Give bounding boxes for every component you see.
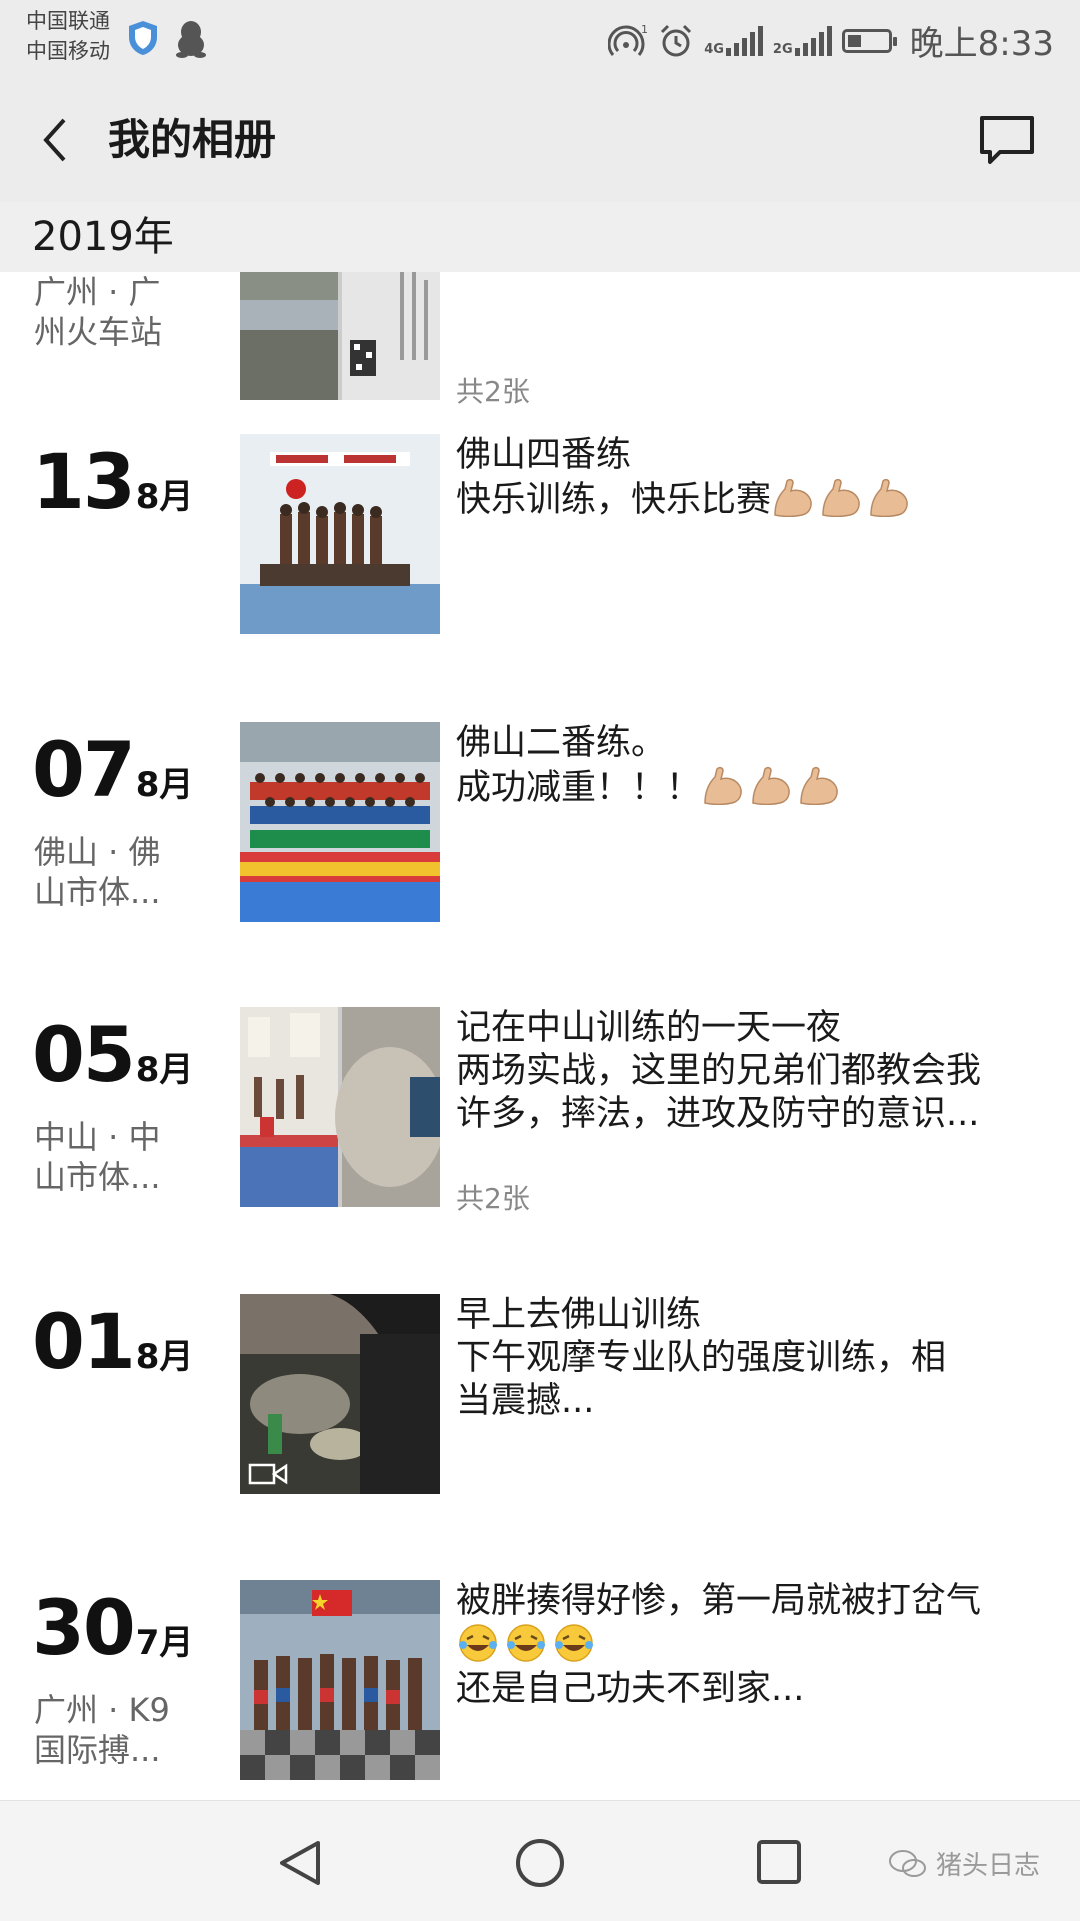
caption-line: 早上去佛山训练 (456, 1295, 702, 1335)
caption-line: 记在中山训练的一天一夜 (456, 1008, 842, 1048)
watermark: 猪头日志 (888, 1845, 1040, 1882)
album-entry[interactable]: 广州 · 广 州火车站 共2张 (0, 272, 1080, 420)
entry-date: 058月 (32, 1013, 193, 1097)
carrier-2: 中国移动 (26, 39, 110, 63)
rolling-laughing-emoji (555, 1624, 593, 1662)
app-header: 我的相册 (0, 78, 1080, 203)
photo-thumbnail[interactable] (240, 722, 440, 922)
chevron-left-icon[interactable] (36, 114, 76, 166)
flexed-biceps-emoji (800, 766, 838, 805)
system-nav-bar: 猪头日志 (0, 1800, 1080, 1921)
rolling-laughing-emoji (507, 1624, 545, 1662)
photo-thumbnail[interactable] (240, 1580, 440, 1780)
caption-line: 当震撼... (456, 1381, 595, 1421)
album-feed[interactable]: 广州 · 广 州火车站 共2张 138月 佛山四番练 快乐训练，快乐比赛 078… (0, 272, 1080, 1800)
rolling-laughing-emoji-group (456, 1624, 600, 1666)
caption-line: 下午观摩专业队的强度训练，相 (456, 1338, 947, 1378)
flexed-biceps-emoji (822, 478, 860, 517)
status-bar: 中国联通 中国移动 1 4G 2G 晚上8:33 (0, 0, 1080, 78)
wechat-icon (889, 1849, 926, 1877)
caption-line-with-emoji: 成功减重！！！ (456, 765, 1036, 810)
hotspot-icon: 1 (608, 23, 648, 56)
entry-day: 05 (32, 1010, 136, 1099)
signal-2-icon (794, 25, 832, 56)
battery-icon (841, 28, 897, 53)
entry-month: 7月 (135, 1623, 194, 1663)
caption-line: 被胖揍得好惨，第一局就被打岔气 (456, 1581, 982, 1621)
album-entry[interactable]: 138月 佛山四番练 快乐训练，快乐比赛 (0, 434, 1080, 654)
entry-caption: 早上去佛山训练 下午观摩专业队的强度训练，相 当震撼... (456, 1294, 1036, 1423)
nav-home-icon[interactable] (514, 1837, 566, 1889)
video-camera-icon (248, 1463, 288, 1485)
flexed-biceps-emoji-group (771, 478, 915, 520)
caption-line: 佛山四番练 (456, 435, 632, 475)
nav-back-icon[interactable] (276, 1837, 324, 1889)
entry-location: 佛山 · 佛 山市体... (34, 833, 161, 911)
qq-penguin-icon (176, 21, 206, 58)
photo-thumbnail[interactable] (240, 434, 440, 634)
album-entry[interactable]: 078月 佛山 · 佛 山市体... 佛山二番练。 成功减重！！！ (0, 722, 1080, 942)
entry-caption: 佛山四番练 快乐训练，快乐比赛 (456, 434, 1036, 522)
entry-location: 中山 · 中 山市体... (34, 1118, 161, 1196)
alarm-icon (661, 24, 692, 56)
entry-date: 018月 (32, 1300, 193, 1384)
page-title: 我的相册 (108, 115, 277, 164)
year-section-header: 2019年 (0, 202, 1080, 272)
svg-text:1: 1 (641, 23, 648, 36)
entry-month: 8月 (135, 477, 194, 517)
caption-line: 两场实战，这里的兄弟们都教会我 (456, 1051, 982, 1091)
carrier-1: 中国联通 (26, 9, 110, 33)
clock-time: 晚上8:33 (909, 24, 1054, 64)
entry-caption: 记在中山训练的一天一夜 两场实战，这里的兄弟们都教会我 许多，摔法，进攻及防守的… (456, 1007, 1036, 1136)
signal-2-label: 2G (772, 41, 793, 57)
entry-date: 307月 (32, 1586, 193, 1670)
entry-day: 13 (32, 437, 136, 526)
signal-1-icon (725, 25, 763, 56)
album-entry[interactable]: 018月 早上去佛山训练 下午观摩专业队的强度训练，相 当震撼... (0, 1294, 1080, 1514)
rolling-laughing-emoji (459, 1624, 497, 1662)
flexed-biceps-emoji (752, 766, 790, 805)
shield-icon (129, 21, 157, 55)
entry-caption: 佛山二番练。 成功减重！！！ (456, 722, 1036, 810)
entry-date: 138月 (32, 440, 193, 524)
year-label: 2019年 (32, 214, 174, 260)
entry-date: 078月 (32, 728, 193, 812)
watermark-text: 猪头日志 (936, 1851, 1041, 1881)
video-thumbnail[interactable] (240, 1294, 440, 1494)
flexed-biceps-emoji (774, 478, 812, 517)
signal-1-label: 4G (704, 41, 724, 57)
flexed-biceps-emoji-group (701, 766, 845, 808)
entry-month: 8月 (135, 765, 194, 805)
caption-line: 快乐训练，快乐比赛 (456, 480, 772, 520)
entry-day: 30 (32, 1583, 136, 1672)
album-entry[interactable]: 307月 广州 · K9 国际搏... 被胖揍得好惨，第一局就被打岔气 还是自己… (0, 1580, 1080, 1800)
flexed-biceps-emoji (870, 478, 908, 517)
carrier-names: 中国联通 中国移动 (26, 6, 110, 66)
album-entry[interactable]: 058月 中山 · 中 山市体... 记在中山训练的一天一夜 两场实战，这里的兄… (0, 1007, 1080, 1227)
entry-day: 07 (32, 725, 136, 814)
photo-thumbnail-pair[interactable] (240, 1007, 440, 1207)
nav-recent-apps-icon[interactable] (756, 1839, 802, 1885)
caption-line: 还是自己功夫不到家... (456, 1669, 805, 1709)
entry-month: 8月 (135, 1337, 194, 1377)
entry-caption: 被胖揍得好惨，第一局就被打岔气 还是自己功夫不到家... (456, 1580, 1036, 1711)
caption-line-with-emoji: 快乐训练，快乐比赛 (456, 477, 1036, 522)
laughing-emoji-row (456, 1623, 1036, 1668)
photo-count: 共2张 (456, 375, 530, 408)
flexed-biceps-emoji (704, 766, 742, 805)
caption-line: 许多，摔法，进攻及防守的意识... (456, 1094, 980, 1134)
caption-line: 佛山二番练。 (456, 723, 667, 763)
entry-location: 广州 · K9 国际搏... (34, 1691, 170, 1769)
entry-day: 01 (32, 1297, 136, 1386)
caption-line: 成功减重！！！ (456, 768, 702, 808)
photo-count: 共2张 (456, 1182, 530, 1215)
speech-bubble-icon[interactable] (978, 114, 1036, 166)
entry-location: 广州 · 广 州火车站 (34, 273, 163, 351)
entry-month: 8月 (135, 1050, 194, 1090)
photo-thumbnail-pair[interactable] (240, 272, 440, 400)
